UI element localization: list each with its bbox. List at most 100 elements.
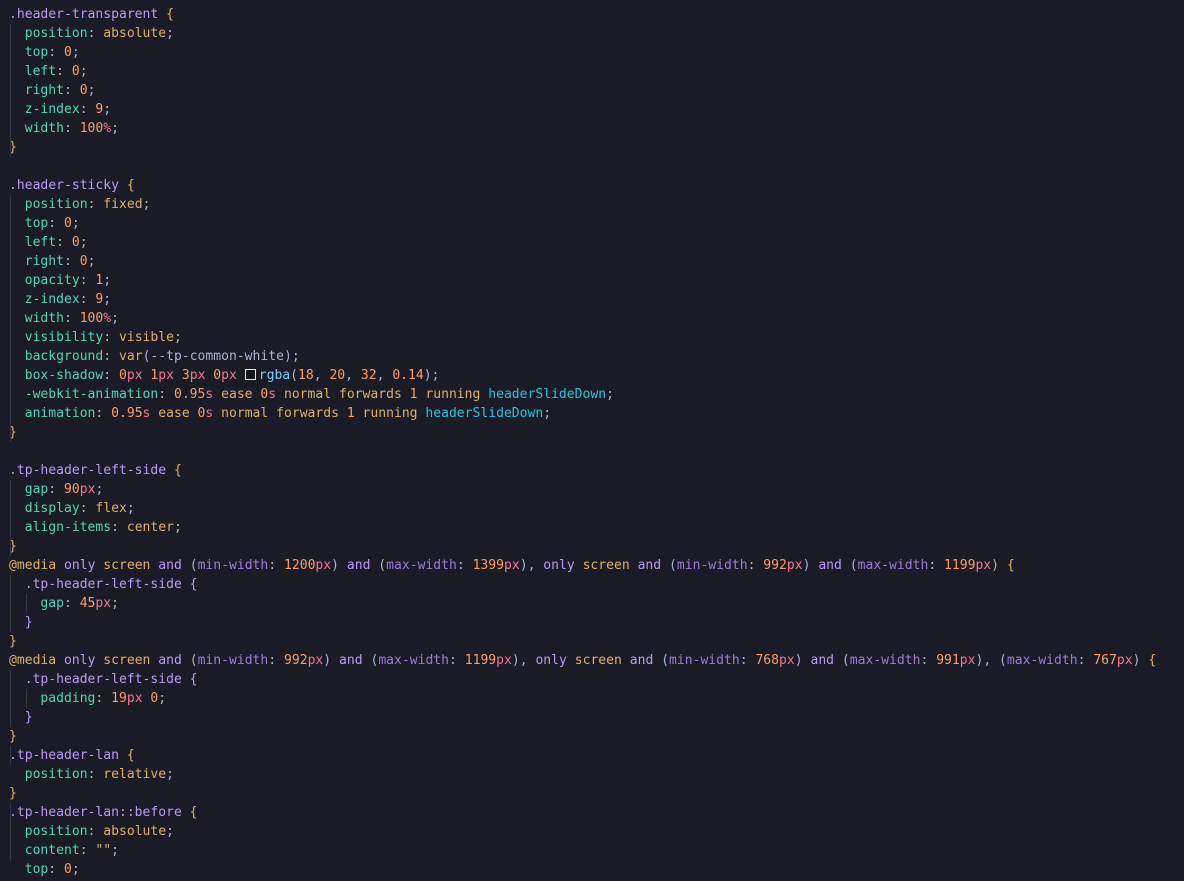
code-line[interactable]: z-index: 9; — [9, 100, 1156, 119]
code-editor[interactable]: .header-transparent { position: absolute… — [0, 0, 1184, 881]
code-line[interactable]: top: 0; — [9, 43, 1156, 62]
code-line[interactable]: @media only screen and (min-width: 1200p… — [9, 556, 1156, 575]
code-line[interactable]: .tp-header-lan::before { — [9, 803, 1156, 822]
code-line[interactable]: position: absolute; — [9, 822, 1156, 841]
code-token: 0 — [64, 45, 72, 60]
code-line[interactable]: left: 0; — [9, 62, 1156, 81]
code-line[interactable]: left: 0; — [9, 233, 1156, 252]
code-line[interactable]: -webkit-animation: 0.95s ease 0s normal … — [9, 385, 1156, 404]
code-token: .tp-header-left-side — [9, 672, 182, 687]
code-line[interactable]: .tp-header-left-side { — [9, 670, 1156, 689]
code-line[interactable]: position: absolute; — [9, 24, 1156, 43]
code-token: { — [189, 577, 198, 592]
code-line[interactable]: animation: 0.95s ease 0s normal forwards… — [9, 404, 1156, 423]
code-line[interactable]: top: 0; — [9, 860, 1156, 879]
code-token: 100 — [79, 311, 104, 326]
code-token: gap — [9, 482, 49, 497]
code-token: ) — [331, 558, 347, 573]
code-token: : — [87, 197, 104, 212]
indent-guide — [10, 594, 11, 613]
code-line[interactable]: width: 100%; — [9, 309, 1156, 328]
code-line[interactable]: } — [9, 727, 1156, 746]
code-line[interactable]: .tp-header-left-side { — [9, 461, 1156, 480]
code-token: min-width — [669, 653, 740, 668]
code-token: , — [313, 368, 330, 383]
code-line[interactable]: .tp-header-lan { — [9, 746, 1156, 765]
code-line[interactable]: .header-sticky { — [9, 176, 1156, 195]
code-line[interactable]: position: relative; — [9, 765, 1156, 784]
code-line[interactable]: content: ""; — [9, 841, 1156, 860]
code-line[interactable]: } — [9, 784, 1156, 803]
code-line[interactable]: opacity: 1; — [9, 271, 1156, 290]
code-line[interactable]: z-index: 9; — [9, 290, 1156, 309]
code-token: relative — [103, 767, 167, 782]
code-line[interactable]: position: fixed; — [9, 195, 1156, 214]
code-token: ) — [323, 653, 340, 668]
code-token: and — [158, 653, 182, 668]
code-token: : — [63, 83, 80, 98]
color-swatch-icon[interactable] — [244, 369, 256, 380]
code-token: px — [779, 653, 795, 668]
code-token: running — [362, 406, 418, 421]
indent-guide — [10, 746, 11, 765]
code-token: px — [959, 653, 976, 668]
code-token: : — [747, 558, 764, 573]
code-token: : — [79, 102, 96, 117]
code-line[interactable]: right: 0; — [9, 252, 1156, 271]
code-line[interactable]: width: 100%; — [9, 119, 1156, 138]
code-line[interactable]: .header-transparent { — [9, 5, 1156, 24]
code-line[interactable]: } — [9, 138, 1156, 157]
code-token: ; — [111, 311, 119, 326]
code-token: px — [307, 653, 324, 668]
code-line[interactable]: right: 0; — [9, 81, 1156, 100]
code-token: ; — [166, 26, 174, 41]
code-line[interactable]: visibility: visible; — [9, 328, 1156, 347]
code-lines[interactable]: .header-transparent { position: absolute… — [9, 5, 1156, 879]
code-line[interactable]: } — [9, 613, 1156, 632]
code-token: 100 — [79, 121, 104, 136]
code-token: : — [56, 64, 72, 79]
code-token: only — [64, 653, 96, 668]
code-token: : — [63, 311, 80, 326]
code-token: max-width — [849, 653, 921, 668]
code-line[interactable]: box-shadow: 0px 1px 3px 0px rgba(18, 20,… — [9, 366, 1156, 385]
code-line[interactable]: gap: 90px; — [9, 480, 1156, 499]
code-token: { — [166, 7, 174, 22]
code-line[interactable]: align-items: center; — [9, 518, 1156, 537]
code-line[interactable]: } — [9, 423, 1156, 442]
code-line[interactable]: } — [9, 632, 1156, 651]
code-token: screen — [582, 558, 630, 573]
code-token: right — [9, 83, 64, 98]
code-line[interactable]: } — [9, 708, 1156, 727]
code-token: px — [189, 368, 206, 383]
code-line[interactable]: .tp-header-left-side { — [9, 575, 1156, 594]
code-line[interactable]: ​ — [9, 157, 1156, 176]
code-token: 0 — [71, 64, 80, 79]
code-line[interactable]: @media only screen and (min-width: 992px… — [9, 651, 1156, 670]
code-line[interactable]: ​ — [9, 442, 1156, 461]
code-token: 19 — [111, 691, 127, 706]
code-token: @media — [9, 558, 57, 573]
code-token: px — [221, 368, 237, 383]
code-line[interactable]: top: 0; — [9, 214, 1156, 233]
code-token: max-width — [386, 558, 457, 573]
code-line[interactable]: padding: 19px 0; — [9, 689, 1156, 708]
code-token: normal — [283, 387, 332, 402]
code-line[interactable]: display: flex; — [9, 499, 1156, 518]
code-line[interactable]: gap: 45px; — [9, 594, 1156, 613]
code-token: 0 — [118, 368, 127, 383]
code-token: ; — [606, 387, 614, 402]
code-token: px — [975, 558, 992, 573]
code-token: ( — [290, 368, 299, 383]
indent-guide — [25, 689, 27, 708]
code-line[interactable]: background: var(--tp-common-white); — [9, 347, 1156, 366]
code-token: .header-sticky — [9, 178, 119, 193]
code-token: align-items — [9, 520, 112, 535]
code-line[interactable]: } — [9, 537, 1156, 556]
code-token: px — [126, 368, 143, 383]
code-token: % — [103, 121, 112, 136]
